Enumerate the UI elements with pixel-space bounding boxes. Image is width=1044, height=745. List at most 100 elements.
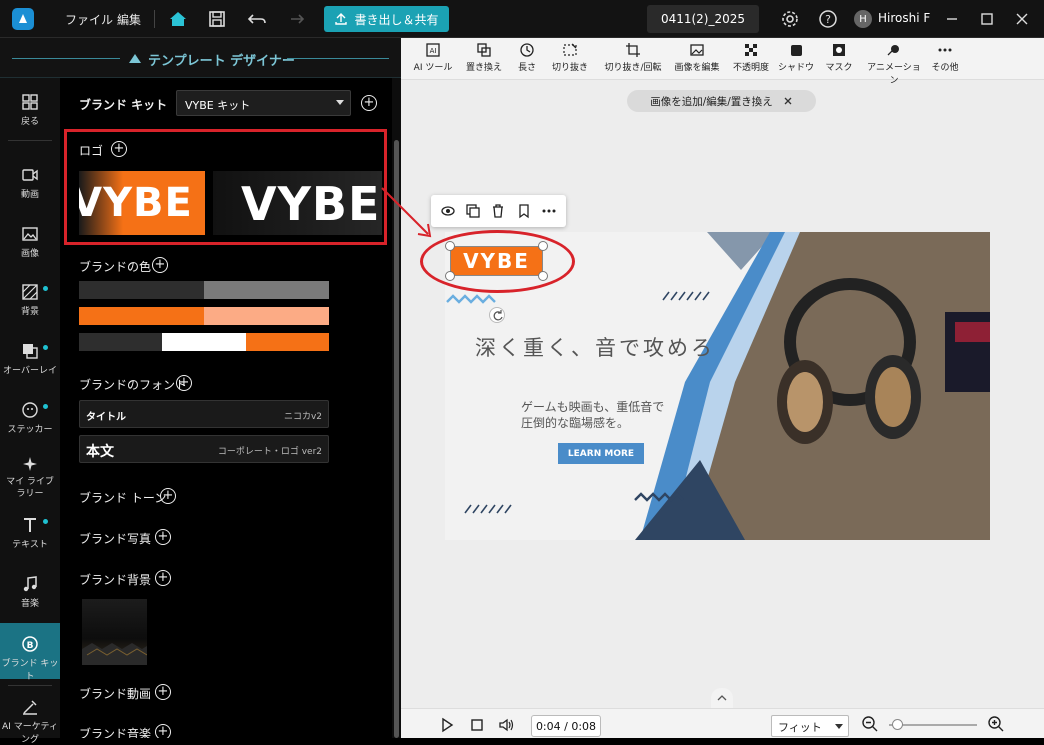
sidebar-item-video[interactable]: 動画 xyxy=(0,166,60,200)
tool-animation[interactable]: アニメーション xyxy=(864,42,924,86)
add-video-icon[interactable]: + xyxy=(155,684,171,700)
zoom-fit-select[interactable]: フィット xyxy=(771,715,849,737)
export-share-button[interactable]: 書き出し＆共有 xyxy=(324,6,449,32)
menu-edit[interactable]: 編集 xyxy=(117,11,141,28)
tool-crop[interactable]: 切り抜き/回転 xyxy=(601,42,665,73)
color-swatch[interactable] xyxy=(79,281,204,299)
background-thumbnail[interactable] xyxy=(82,599,148,665)
more-icon xyxy=(938,48,952,52)
time-display[interactable]: 0:04 / 0:08 xyxy=(531,715,601,737)
zoom-slider-thumb[interactable] xyxy=(892,719,904,730)
tool-mask[interactable]: マスク xyxy=(811,42,867,73)
sidebar-item-image[interactable]: 画像 xyxy=(0,225,60,259)
add-background-icon[interactable]: + xyxy=(155,570,171,586)
tool-more[interactable]: その他 xyxy=(917,42,973,73)
learn-more-button[interactable]: LEARN MORE xyxy=(558,443,644,464)
username[interactable]: Hiroshi F xyxy=(878,11,930,25)
sidebar-item-library[interactable]: マイ ライブラリー xyxy=(0,455,60,500)
more-icon[interactable] xyxy=(541,203,557,219)
add-audio-icon[interactable]: + xyxy=(155,724,171,738)
logo-label: ロゴ xyxy=(79,144,104,158)
rotate-handle[interactable] xyxy=(489,307,505,323)
zoom-out-icon[interactable] xyxy=(861,715,879,733)
annotation-arrow xyxy=(381,187,432,238)
color-swatch[interactable] xyxy=(79,333,163,351)
font-title-row[interactable]: タイトル ニコカv2 xyxy=(79,400,329,428)
menu-file[interactable]: ファイル xyxy=(65,11,113,28)
headline-text[interactable]: 深く重く、音で攻めろ xyxy=(475,332,715,362)
bookmark-icon[interactable] xyxy=(516,203,532,219)
tool-edit-image[interactable]: 画像を編集 xyxy=(669,42,725,73)
sidebar-item-back[interactable]: 戻る xyxy=(0,93,60,127)
undo-icon[interactable] xyxy=(247,9,267,29)
close-icon[interactable] xyxy=(1012,9,1032,29)
redo-icon[interactable] xyxy=(285,9,305,29)
close-icon[interactable] xyxy=(783,96,793,106)
color-swatch[interactable] xyxy=(204,281,329,299)
body-text-line2[interactable]: 圧倒的な臨場感を。 xyxy=(521,414,629,431)
home-icon[interactable] xyxy=(168,9,188,29)
duplicate-icon[interactable] xyxy=(465,203,481,219)
color-swatch[interactable] xyxy=(204,307,329,325)
eye-icon[interactable] xyxy=(440,203,456,219)
video-icon xyxy=(22,169,38,181)
fit-select-value: フィット xyxy=(778,721,822,734)
add-tone-icon[interactable]: + xyxy=(160,488,176,504)
color-palette-row[interactable] xyxy=(79,307,329,325)
volume-icon[interactable] xyxy=(498,717,516,733)
tool-ai-tool[interactable]: AI AI ツール xyxy=(405,42,461,73)
add-photo-icon[interactable]: + xyxy=(155,529,171,545)
brand-audio-label: ブランド音楽 xyxy=(79,727,152,738)
image-hint-pill[interactable]: 画像を追加/編集/置き換え xyxy=(627,90,816,112)
help-icon[interactable]: ? xyxy=(818,9,838,29)
add-kit-icon[interactable]: + xyxy=(361,95,377,111)
sidebar-item-label: テキスト xyxy=(12,540,48,550)
project-name[interactable]: 0411(2)_2025 xyxy=(647,5,759,33)
text-icon xyxy=(24,518,36,532)
kit-select[interactable]: VYBE キット xyxy=(176,90,351,116)
expand-timeline-handle[interactable] xyxy=(711,688,733,708)
divider xyxy=(287,58,389,59)
logo-text: VYBE xyxy=(79,180,193,226)
sidebar-item-background[interactable]: 背景 xyxy=(0,283,60,317)
color-palette-row[interactable] xyxy=(79,281,329,299)
sidebar-item-sticker[interactable]: ステッカー xyxy=(0,401,60,435)
minimize-icon[interactable] xyxy=(942,9,962,29)
stop-icon[interactable] xyxy=(469,717,485,733)
title-bar: ファイル 編集 書き出し＆共有 0411(2)_2025 ? H Hiroshi… xyxy=(0,0,1044,38)
settings-gear-icon[interactable] xyxy=(780,9,800,29)
duration-icon xyxy=(520,43,534,57)
color-swatch[interactable] xyxy=(162,333,246,351)
logo-thumbnail-dark[interactable]: VYBE xyxy=(213,171,382,235)
brand-video-label: ブランド動画 xyxy=(79,687,152,701)
body-text-line1[interactable]: ゲームも映画も、重低音で xyxy=(521,398,664,415)
sidebar-item-brand-kit[interactable]: B ブランド キット xyxy=(0,623,60,682)
maximize-icon[interactable] xyxy=(977,9,997,29)
highlight-ellipse xyxy=(420,230,575,293)
sidebar-item-music[interactable]: 音楽 xyxy=(0,575,60,609)
logo-thumbnail-orange[interactable]: VYBE xyxy=(79,171,205,235)
color-swatch[interactable] xyxy=(79,307,204,325)
font-body-row[interactable]: 本文 コーポレート・ロゴ ver2 xyxy=(79,435,329,463)
avatar[interactable]: H xyxy=(854,10,872,28)
sidebar-item-text[interactable]: テキスト xyxy=(0,516,60,550)
sidebar-item-overlay[interactable]: オーバーレイ xyxy=(0,342,60,376)
hint-text: 画像を追加/編集/置き換え xyxy=(650,95,773,108)
color-palette-row[interactable] xyxy=(79,333,329,351)
element-context-toolbar xyxy=(431,195,566,227)
sidebar-item-label: 画像 xyxy=(20,249,39,259)
chevron-down-icon xyxy=(835,724,843,729)
delete-icon[interactable] xyxy=(490,203,506,219)
save-icon[interactable] xyxy=(207,9,227,29)
color-swatch[interactable] xyxy=(245,333,329,351)
grid-icon xyxy=(22,94,38,110)
canvas-area: AI AI ツール 置き換え 長さ 切り抜き 切り抜き/回転 画像を編集 不透明… xyxy=(401,38,1044,738)
add-logo-icon[interactable]: + xyxy=(111,141,127,157)
zoom-in-icon[interactable] xyxy=(987,715,1005,733)
tool-cutout[interactable]: 切り抜き xyxy=(542,42,598,73)
add-color-icon[interactable]: + xyxy=(152,257,168,273)
brand-fonts-label: ブランドのフォント xyxy=(79,378,188,392)
add-font-icon[interactable]: + xyxy=(176,375,192,391)
template-icon xyxy=(129,54,141,63)
play-icon[interactable] xyxy=(439,717,455,733)
